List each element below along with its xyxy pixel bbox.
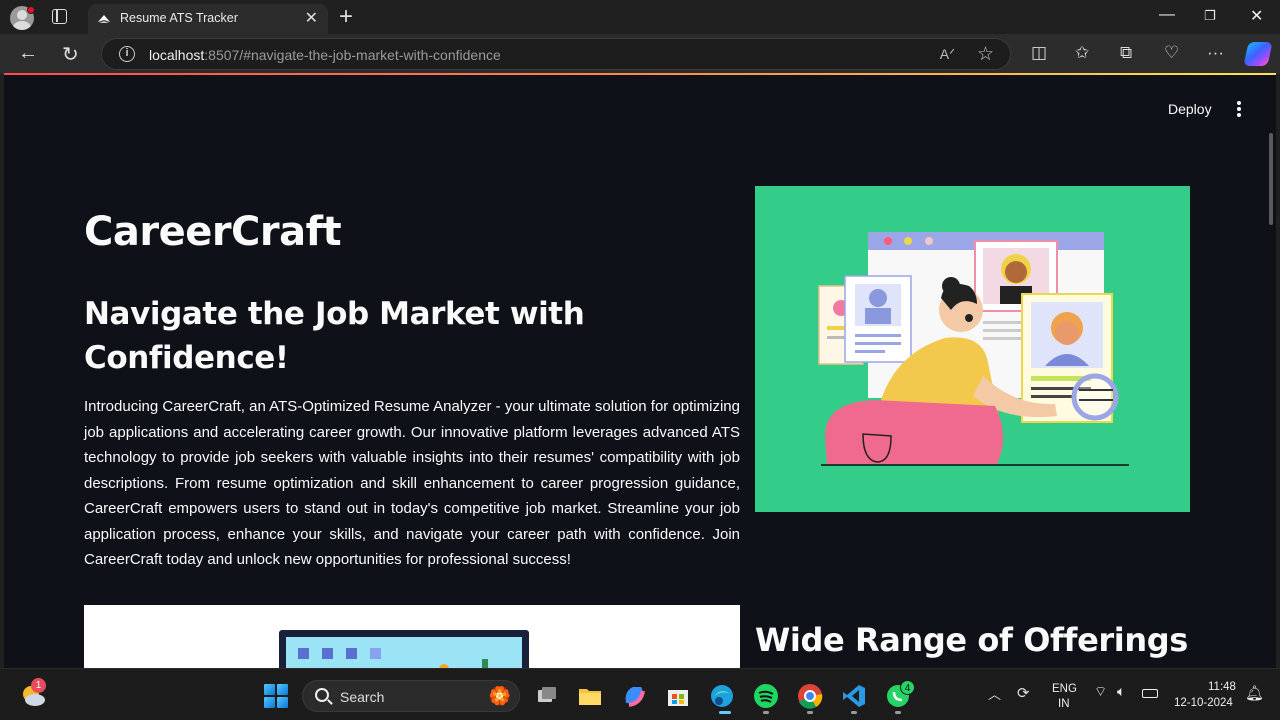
url-text: localhost:8507/#navigate-the-job-market-… bbox=[149, 47, 501, 63]
vscode-running-indicator bbox=[851, 711, 857, 714]
browser-essentials-icon[interactable]: ♡ bbox=[1164, 43, 1179, 63]
page-scrollbar[interactable] bbox=[1269, 133, 1273, 225]
site-info-icon[interactable]: i bbox=[119, 46, 135, 62]
clock-date[interactable]: 12-10-2024 bbox=[1174, 697, 1233, 709]
taskbar-search[interactable]: Search 🏵️ bbox=[302, 680, 520, 712]
minimize-icon[interactable]: — bbox=[1159, 6, 1175, 24]
streamlit-favicon-icon bbox=[98, 15, 110, 23]
whatsapp-running-indicator bbox=[895, 711, 901, 714]
copilot-app-icon[interactable] bbox=[621, 683, 647, 709]
intro-paragraph: Introducing CareerCraft, an ATS-Optimize… bbox=[84, 398, 740, 568]
collections-icon[interactable]: ⧉ bbox=[1120, 43, 1132, 63]
tab-title: Resume ATS Tracker bbox=[120, 11, 238, 25]
search-highlight-icon: 🏵️ bbox=[488, 686, 511, 706]
sync-icon[interactable]: ⟳ bbox=[1017, 684, 1030, 702]
task-view-icon[interactable] bbox=[534, 683, 560, 709]
weather-notification-badge: 1 bbox=[31, 678, 46, 693]
main-menu-kebab-icon[interactable] bbox=[1233, 99, 1245, 121]
language-indicator[interactable]: ENG bbox=[1052, 683, 1077, 695]
hero-heading: Navigate the Job Market with Confidence! bbox=[84, 296, 585, 376]
favorite-star-icon[interactable]: ☆ bbox=[977, 43, 994, 66]
search-label: Search bbox=[340, 689, 385, 705]
deploy-button[interactable]: Deploy bbox=[1168, 101, 1212, 117]
search-icon bbox=[315, 688, 329, 702]
wifi-icon[interactable]: ⌔ bbox=[1094, 683, 1107, 701]
back-icon[interactable]: ← bbox=[18, 42, 38, 65]
offerings-illustration bbox=[84, 605, 740, 668]
start-button[interactable] bbox=[264, 684, 288, 708]
whatsapp-badge: 4 bbox=[900, 680, 915, 695]
file-explorer-icon[interactable] bbox=[577, 683, 603, 709]
settings-more-icon[interactable]: ··· bbox=[1207, 43, 1224, 63]
split-screen-icon[interactable]: ◫ bbox=[1031, 43, 1047, 63]
restore-icon[interactable]: ❐ bbox=[1204, 8, 1216, 24]
region-indicator: IN bbox=[1058, 698, 1070, 710]
microsoft-store-icon[interactable] bbox=[665, 683, 691, 709]
spotify-icon[interactable] bbox=[753, 683, 779, 709]
chrome-icon[interactable] bbox=[797, 683, 823, 709]
browser-toolbar: ← ↻ i localhost:8507/#navigate-the-job-m… bbox=[0, 34, 1280, 74]
hero-illustration bbox=[755, 186, 1190, 512]
app-title: CareerCraft bbox=[84, 209, 342, 255]
profile-notification-dot bbox=[27, 6, 35, 14]
read-aloud-icon[interactable]: Aᐟ bbox=[940, 46, 955, 63]
offerings-heading: Wide Range of Offerings bbox=[755, 621, 1188, 659]
chrome-running-indicator bbox=[807, 711, 813, 714]
battery-icon[interactable] bbox=[1142, 689, 1158, 698]
new-tab-icon[interactable]: + bbox=[339, 3, 353, 31]
active-tab[interactable]: Resume ATS Tracker ✕ bbox=[88, 4, 328, 34]
favorites-icon[interactable]: ✩ bbox=[1075, 43, 1089, 63]
vscode-icon[interactable] bbox=[841, 683, 867, 709]
address-bar[interactable]: i localhost:8507/#navigate-the-job-marke… bbox=[101, 38, 1011, 70]
refresh-icon[interactable]: ↻ bbox=[62, 42, 79, 67]
edge-active-indicator bbox=[719, 711, 731, 714]
volume-icon[interactable]: 🔈︎ bbox=[1117, 683, 1125, 700]
tab-actions-icon[interactable] bbox=[52, 9, 67, 24]
spotify-running-indicator bbox=[763, 711, 769, 714]
edge-browser-icon[interactable] bbox=[709, 683, 735, 709]
tab-close-icon[interactable]: ✕ bbox=[305, 8, 318, 28]
notifications-bell-icon[interactable]: 🔔︎ bbox=[1245, 684, 1264, 702]
windows-taskbar: 1 Search 🏵️ 4 ︿ ⟳ ENG IN ⌔ 🔈︎ 11:48 12-1… bbox=[0, 668, 1280, 720]
close-window-icon[interactable]: ✕ bbox=[1250, 6, 1263, 26]
streamlit-app: Deploy CareerCraft Navigate the Job Mark… bbox=[4, 75, 1276, 668]
tray-overflow-chevron-icon[interactable]: ︿ bbox=[988, 684, 1001, 703]
browser-tab-bar: Resume ATS Tracker ✕ + — ❐ ✕ bbox=[0, 0, 1280, 34]
clock-time[interactable]: 11:48 bbox=[1208, 681, 1236, 693]
